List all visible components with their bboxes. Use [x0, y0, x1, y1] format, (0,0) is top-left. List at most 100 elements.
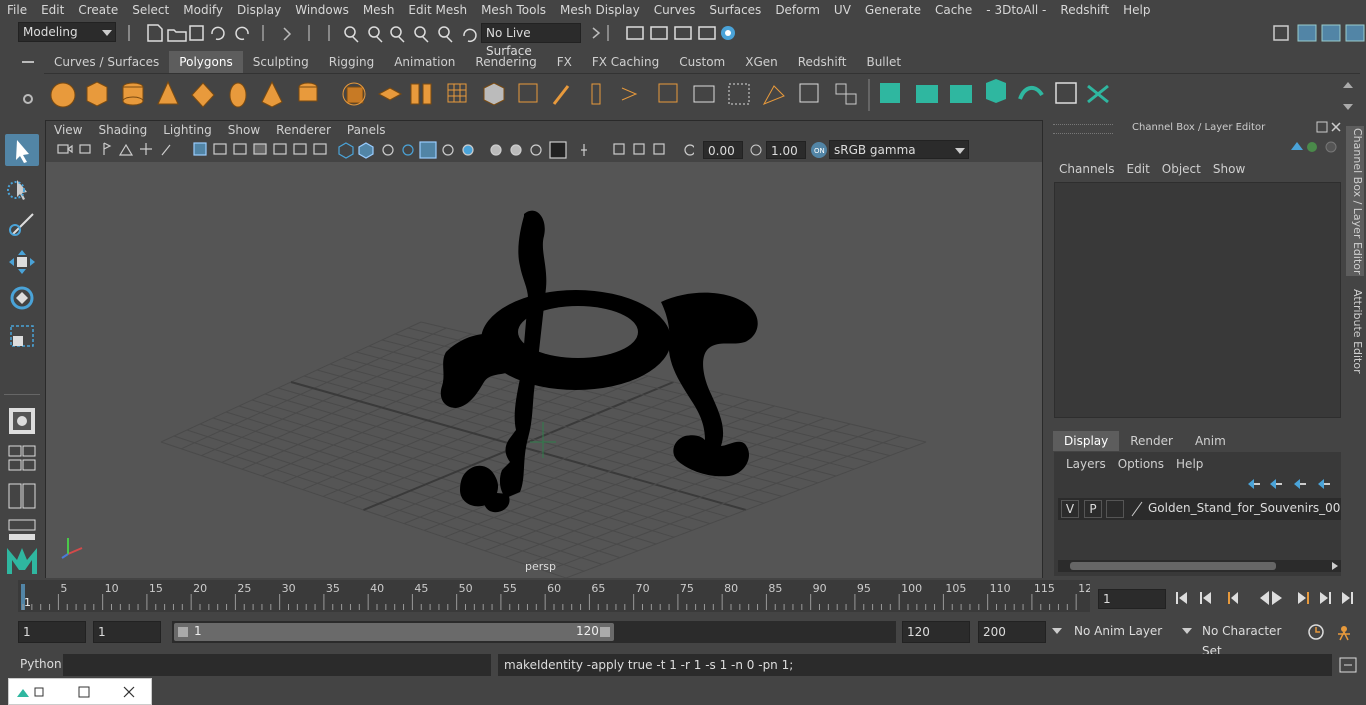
scale-tool[interactable]	[5, 320, 39, 352]
shelf-tab-redshift[interactable]: Redshift	[788, 51, 857, 73]
vp-menu-renderer[interactable]: Renderer	[268, 123, 339, 137]
select-tool[interactable]	[5, 134, 39, 166]
menu-3dtoall[interactable]: - 3DtoAll -	[979, 0, 1053, 20]
range-handle-right[interactable]	[600, 627, 610, 637]
playback-start-field[interactable]: 1	[93, 621, 161, 643]
menu-windows[interactable]: Windows	[288, 0, 356, 20]
shelf-tab-bullet[interactable]: Bullet	[856, 51, 911, 73]
shelf-tab-rigging[interactable]: Rigging	[319, 51, 384, 73]
cb-menu-object[interactable]: Object	[1156, 160, 1207, 178]
playback-end-field[interactable]: 120	[902, 621, 970, 643]
menu-modify[interactable]: Modify	[176, 0, 230, 20]
rotate-tool[interactable]	[5, 282, 39, 314]
panel-grip[interactable]	[1053, 124, 1113, 134]
layer-menu-help[interactable]: Help	[1170, 455, 1209, 473]
scrollbar-thumb[interactable]	[1070, 562, 1276, 570]
layer-visibility-toggle[interactable]: V	[1061, 500, 1079, 518]
anim-layer-dropdown[interactable]: No Anim Layer	[1050, 621, 1190, 643]
shelf-tab-rendering[interactable]: Rendering	[465, 51, 546, 73]
layer-row[interactable]: V P Golden_Stand_for_Souvenirs_001_lay	[1058, 498, 1341, 520]
cb-menu-edit[interactable]: Edit	[1121, 160, 1156, 178]
shelf-tab-animation[interactable]: Animation	[384, 51, 465, 73]
menu-curves[interactable]: Curves	[647, 0, 703, 20]
command-language-label[interactable]: Python	[20, 657, 62, 671]
shelf-tab-custom[interactable]: Custom	[669, 51, 735, 73]
vp-menu-panels[interactable]: Panels	[339, 123, 394, 137]
layer-tab-anim[interactable]: Anim	[1184, 431, 1237, 451]
viewport-toolbar-icons[interactable]	[54, 141, 694, 159]
menu-create[interactable]: Create	[71, 0, 125, 20]
playback-controls[interactable]	[1172, 587, 1362, 609]
shelf-tab-sculpting[interactable]: Sculpting	[243, 51, 319, 73]
exposure-field[interactable]: 0.00	[703, 141, 743, 159]
lasso-tool[interactable]	[5, 172, 39, 204]
menu-mesh-display[interactable]: Mesh Display	[553, 0, 647, 20]
live-surface-field[interactable]: No Live Surface	[481, 23, 581, 58]
shelf-menu-icons[interactable]	[20, 55, 36, 115]
anim-start-field[interactable]: 1	[18, 621, 86, 643]
channelbox-option-icons[interactable]	[1285, 138, 1341, 156]
side-tab-channel-box[interactable]: Channel Box / Layer Editor	[1346, 126, 1364, 276]
shelf-tab-polygons[interactable]: Polygons	[169, 51, 243, 73]
gamma-field[interactable]: 1.00	[766, 141, 806, 159]
four-view-layout[interactable]	[5, 442, 39, 474]
paint-select-tool[interactable]	[5, 208, 39, 240]
color-management-icon[interactable]: ON	[810, 141, 828, 159]
3d-viewport[interactable]: persp	[46, 162, 1042, 578]
menu-edit[interactable]: Edit	[34, 0, 71, 20]
shelf-tool-icons[interactable]	[44, 74, 1360, 116]
time-slider[interactable]: 5 10 15 20 25 30 35 40 45 50 55 60 65 70 75 80 85 90 95 100…	[18, 580, 1090, 612]
menu-deform[interactable]: Deform	[768, 0, 827, 20]
channel-list[interactable]	[1054, 182, 1341, 418]
range-slider-track[interactable]: 1 120	[172, 621, 896, 643]
vp-menu-shading[interactable]: Shading	[90, 123, 155, 137]
layer-playback-toggle[interactable]: P	[1084, 500, 1102, 518]
layer-action-icons[interactable]	[1244, 476, 1340, 492]
script-editor-icon[interactable]	[1338, 656, 1358, 674]
workspace-icons[interactable]	[1270, 22, 1366, 44]
single-view-layout[interactable]	[5, 404, 39, 436]
side-tab-attribute-editor[interactable]: Attribute Editor	[1346, 286, 1364, 376]
layer-menu-options[interactable]: Options	[1112, 455, 1170, 473]
shelf-tab-xgen[interactable]: XGen	[735, 51, 788, 73]
menu-mesh[interactable]: Mesh	[356, 0, 402, 20]
menu-surfaces[interactable]: Surfaces	[702, 0, 768, 20]
menu-redshift[interactable]: Redshift	[1053, 0, 1116, 20]
layer-tab-display[interactable]: Display	[1053, 431, 1120, 451]
shelf-tab-fx[interactable]: FX	[547, 51, 582, 73]
render-tools-icons[interactable]	[585, 22, 745, 44]
vp-menu-show[interactable]: Show	[220, 123, 268, 137]
menu-cache[interactable]: Cache	[928, 0, 979, 20]
range-slider-handle[interactable]: 1 120	[174, 623, 614, 641]
auto-key-icons[interactable]	[1306, 621, 1356, 643]
anim-end-field[interactable]: 200	[978, 621, 1046, 643]
move-tool[interactable]	[5, 246, 39, 278]
shelf-tab-curves-surfaces[interactable]: Curves / Surfaces	[44, 51, 169, 73]
menu-select[interactable]: Select	[125, 0, 176, 20]
character-set-dropdown[interactable]: No Character Set	[1180, 621, 1300, 658]
color-space-dropdown[interactable]: sRGB gamma	[829, 140, 969, 159]
menu-help[interactable]: Help	[1116, 0, 1157, 20]
menu-file[interactable]: File	[0, 0, 34, 20]
menu-mesh-tools[interactable]: Mesh Tools	[474, 0, 553, 20]
scroll-right-icon[interactable]	[1330, 561, 1340, 571]
panel-float-close-icons[interactable]	[1315, 120, 1343, 134]
menu-generate[interactable]: Generate	[858, 0, 928, 20]
current-frame-field[interactable]: 1	[1098, 589, 1166, 609]
menu-edit-mesh[interactable]: Edit Mesh	[401, 0, 474, 20]
cb-menu-channels[interactable]: Channels	[1053, 160, 1121, 178]
two-view-layout[interactable]	[5, 480, 39, 512]
layer-menu-layers[interactable]: Layers	[1060, 455, 1112, 473]
layer-tab-render[interactable]: Render	[1119, 431, 1184, 451]
menu-uv[interactable]: UV	[827, 0, 858, 20]
layer-color-icon[interactable]	[1130, 500, 1144, 518]
layer-type-toggle[interactable]	[1106, 500, 1124, 518]
window-control-icons[interactable]	[9, 679, 153, 705]
range-handle-left[interactable]	[178, 627, 188, 637]
mode-dropdown[interactable]: Modeling	[18, 22, 116, 42]
vp-menu-lighting[interactable]: Lighting	[155, 123, 220, 137]
cb-menu-show[interactable]: Show	[1207, 160, 1251, 178]
vp-menu-view[interactable]: View	[46, 123, 90, 137]
menu-display[interactable]: Display	[230, 0, 288, 20]
shelf-tab-fx-caching[interactable]: FX Caching	[582, 51, 669, 73]
